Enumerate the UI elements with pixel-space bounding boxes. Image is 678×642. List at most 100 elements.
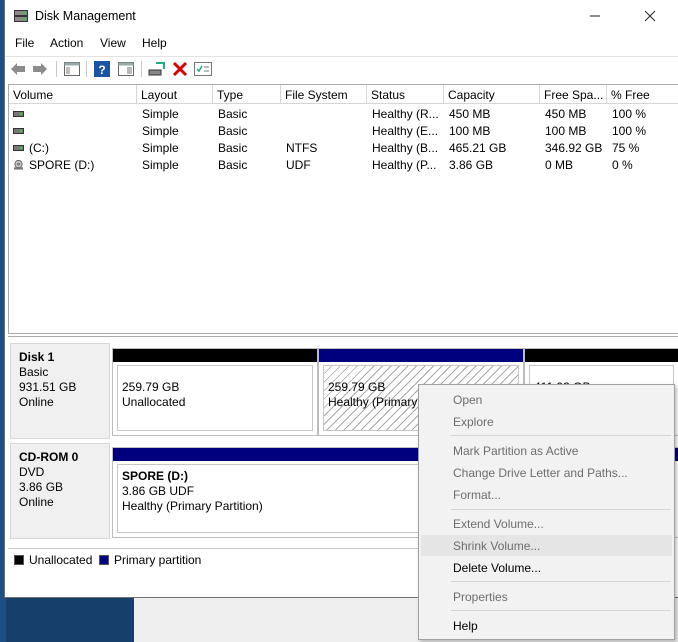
column-header-type[interactable]: Type [213, 85, 281, 104]
disk-type: DVD [19, 465, 45, 479]
disk-management-icon [14, 10, 28, 22]
back-button[interactable] [9, 60, 27, 78]
volume-drive-icon [13, 111, 24, 117]
cell-free-space: 346.92 GB [545, 141, 603, 155]
cell-free-space: 100 MB [545, 124, 587, 138]
menu-change-drive-letter[interactable]: Change Drive Letter and Paths... [421, 462, 672, 483]
cell-layout: Simple [142, 124, 179, 138]
menu-help-item[interactable]: Help [421, 615, 672, 636]
column-header-file-system[interactable]: File System [281, 85, 367, 104]
menu-open[interactable]: Open [421, 389, 672, 410]
show-hide-tree-button[interactable] [63, 60, 81, 78]
disk-state: Online [19, 495, 54, 509]
cell-volume: SPORE (D:) [29, 158, 95, 172]
connect-disk-icon [148, 62, 165, 76]
legend: Unallocated Primary partition [8, 548, 423, 570]
cell-capacity: 3.86 GB [449, 158, 494, 172]
disk-name: Disk 1 [19, 350, 55, 364]
partition-label: Unallocated [122, 395, 186, 409]
cell-percent-free: 100 % [612, 107, 647, 121]
cell-layout: Simple [142, 158, 179, 172]
cell-status: Healthy (P... [372, 158, 437, 172]
cell-type: Basic [218, 158, 248, 172]
column-header-layout[interactable]: Layout [137, 85, 213, 104]
cell-layout: Simple [142, 141, 179, 155]
legend-unallocated-swatch [14, 555, 24, 565]
console-tree-icon [64, 62, 80, 76]
disk-type: Basic [19, 365, 49, 379]
cell-type: Basic [218, 141, 248, 155]
volume-drive-icon [13, 145, 24, 151]
cd-drive-icon [13, 160, 24, 170]
cell-percent-free: 75 % [612, 141, 640, 155]
cell-type: Basic [218, 124, 248, 138]
menu-extend-volume[interactable]: Extend Volume... [421, 513, 672, 534]
legend-primary-label: Primary partition [114, 553, 202, 567]
cell-type: Basic [218, 107, 248, 121]
disk-size: 3.86 GB [19, 480, 64, 494]
title-bar: Disk Management [5, 0, 678, 33]
table-row[interactable]: Simple Basic Healthy (R... 450 MB 450 MB… [9, 106, 678, 123]
cell-capacity: 450 MB [449, 107, 491, 121]
help-book-icon: ? [94, 61, 110, 77]
menu-mark-partition-active[interactable]: Mark Partition as Active [421, 440, 672, 461]
table-row[interactable]: (C:) Simple Basic NTFS Healthy (B... 465… [9, 140, 678, 157]
delete-button[interactable] [171, 60, 189, 78]
menu-format[interactable]: Format... [421, 484, 672, 505]
column-header-percent-free[interactable]: % Free [607, 85, 678, 104]
properties-pane-icon [118, 62, 134, 76]
legend-primary-swatch [99, 555, 109, 565]
toolbar: ? [5, 56, 678, 80]
menu-properties[interactable]: Properties [421, 586, 672, 607]
menu-view[interactable]: View [100, 36, 126, 50]
cdrom-0-label[interactable]: CD-ROM 0 DVD 3.86 GB Online [10, 443, 110, 539]
cell-file-system: NTFS [286, 141, 318, 155]
toolbar-separator [86, 61, 87, 77]
menu-bar: File Action View Help [5, 33, 678, 53]
legend-unallocated-label: Unallocated [29, 553, 93, 567]
cell-file-system: UDF [286, 158, 311, 172]
menu-separator [451, 509, 671, 510]
disk-state: Online [19, 395, 54, 409]
menu-explore[interactable]: Explore [421, 411, 672, 432]
forward-button[interactable] [31, 60, 49, 78]
partition-size: 259.79 GB [122, 380, 180, 394]
menu-separator [451, 581, 671, 582]
close-button[interactable] [637, 5, 663, 27]
menu-shrink-volume[interactable]: Shrink Volume... [421, 535, 672, 556]
window-title: Disk Management [35, 9, 136, 23]
column-header-capacity[interactable]: Capacity [444, 85, 540, 104]
minimize-icon [590, 15, 600, 17]
volume-list: Volume Layout Type File System Status Ca… [8, 84, 678, 334]
cell-status: Healthy (E... [372, 124, 439, 138]
partition-unallocated[interactable]: 259.79 GB Unallocated [112, 348, 318, 436]
help-button[interactable]: ? [93, 60, 111, 78]
minimize-button[interactable] [582, 5, 608, 27]
checklist-icon [194, 62, 212, 76]
menu-delete-volume[interactable]: Delete Volume... [421, 557, 672, 578]
partition-color-bar [113, 349, 317, 362]
menu-help[interactable]: Help [142, 36, 167, 50]
column-header-free-space[interactable]: Free Spa... [540, 85, 607, 104]
table-row[interactable]: Simple Basic Healthy (E... 100 MB 100 MB… [9, 123, 678, 140]
close-icon [644, 10, 656, 22]
context-menu: Open Explore Mark Partition as Active Ch… [418, 384, 675, 640]
connect-button[interactable] [148, 60, 166, 78]
svg-text:?: ? [98, 63, 105, 77]
partition-color-bar [319, 349, 523, 362]
menu-action[interactable]: Action [50, 36, 83, 50]
column-header-status[interactable]: Status [367, 85, 444, 104]
menu-file[interactable]: File [15, 36, 34, 50]
toolbar-separator [56, 61, 57, 77]
delete-x-icon [172, 61, 188, 77]
disk-1-label[interactable]: Disk 1 Basic 931.51 GB Online [10, 343, 110, 439]
check-button[interactable] [194, 60, 212, 78]
properties-view-button[interactable] [117, 60, 135, 78]
column-header-volume[interactable]: Volume [9, 85, 137, 104]
back-arrow-icon [11, 63, 25, 75]
cell-percent-free: 0 % [612, 158, 633, 172]
disk-size: 931.51 GB [19, 380, 77, 394]
disk-name: CD-ROM 0 [19, 450, 79, 464]
cell-volume: (C:) [29, 141, 49, 155]
table-row[interactable]: SPORE (D:) Simple Basic UDF Healthy (P..… [9, 157, 678, 174]
